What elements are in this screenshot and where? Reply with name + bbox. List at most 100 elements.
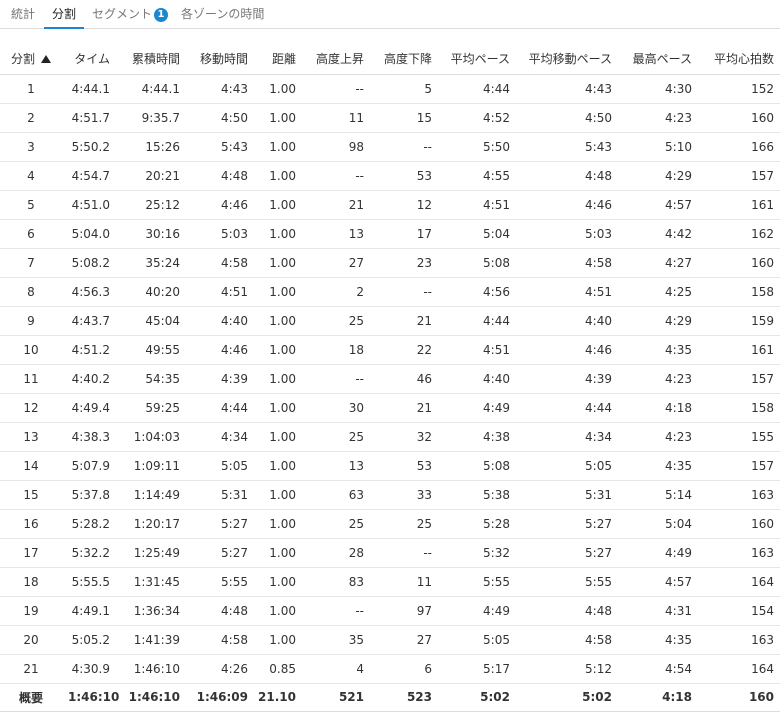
column-header-cumulative-time[interactable]: 累積時間 — [116, 44, 186, 75]
table-cell: 4:49 — [438, 596, 516, 626]
column-header-avg-moving-pace[interactable]: 平均移動ペース — [516, 44, 618, 75]
table-cell: 4:23 — [618, 364, 698, 394]
table-row: 10 4:51.2 49:55 4:46 1.00 18 22 4:51 4:46 4:35 161 — [0, 335, 780, 365]
table-cell: 9 — [0, 306, 68, 336]
column-header-elevation-loss[interactable]: 高度下降 — [370, 44, 438, 75]
table-cell: 5:05.2 — [68, 625, 116, 655]
table-cell: 21 — [0, 654, 68, 684]
table-row: 18 5:55.5 1:31:45 5:55 1.00 83 11 5:55 5:55 4:57 1… — [0, 567, 780, 597]
table-cell: 4:44.1 — [116, 74, 186, 104]
table-row: 14 5:07.9 1:09:11 5:05 1.00 13 53 5:08 5:05 4:35 1… — [0, 451, 780, 481]
table-cell: 5:10 — [618, 132, 698, 162]
table-cell: 33 — [370, 480, 438, 510]
table-cell: 5:28 — [438, 509, 516, 539]
table-cell: 5 — [370, 74, 438, 104]
table-cell: 166 — [698, 132, 780, 162]
table-cell: 5:27 — [516, 538, 618, 568]
table-cell: 4:48 — [186, 596, 254, 626]
table-cell: 5 — [0, 190, 68, 220]
tab-stats[interactable]: 統計 — [11, 0, 35, 29]
table-row: 19 4:49.1 1:36:34 4:48 1.00 -- 97 4:49 4:48 4:31 1… — [0, 596, 780, 626]
table-cell: 163 — [698, 480, 780, 510]
table-cell: 159 — [698, 306, 780, 336]
column-header-label: 分割 — [10, 52, 35, 67]
table-cell: 1.00 — [254, 248, 302, 278]
table-cell: 21 — [370, 306, 438, 336]
table-cell: 1.00 — [254, 132, 302, 162]
column-header-distance[interactable]: 距離 — [254, 44, 302, 75]
table-cell: 1:04:03 — [116, 422, 186, 452]
table-cell: 5:55 — [438, 567, 516, 597]
table-cell: 1:46:10 — [116, 654, 186, 684]
table-cell: 5:04 — [618, 509, 698, 539]
table-cell: 4:49.1 — [68, 596, 116, 626]
table-cell: 4:34 — [186, 422, 254, 452]
table-cell: 13 — [0, 422, 68, 452]
table-cell: 4:38.3 — [68, 422, 116, 452]
table-cell: 1 — [0, 74, 68, 104]
table-cell: 4:46 — [186, 190, 254, 220]
table-cell: 1.00 — [254, 103, 302, 133]
tab-segments[interactable]: セグメント 1 — [92, 0, 169, 29]
table-cell: 30 — [302, 393, 370, 423]
splits-table: 分割 タイム 累積時間 移動時間 距離 高度上昇 高度下降 平均ペース 平均移動… — [0, 44, 780, 712]
table-cell: 4:44 — [516, 393, 618, 423]
table-row: 21 4:30.9 1:46:10 4:26 0.85 4 6 5:17 5:12 4:54 164 — [0, 654, 780, 684]
table-cell: 1.00 — [254, 567, 302, 597]
column-header-time[interactable]: タイム — [68, 44, 116, 75]
table-cell: 15:26 — [116, 132, 186, 162]
table-cell: 5:05 — [438, 625, 516, 655]
column-header-moving-time[interactable]: 移動時間 — [186, 44, 254, 75]
table-cell: 40:20 — [116, 277, 186, 307]
table-cell: 4:51.2 — [68, 335, 116, 365]
table-cell: 46 — [370, 364, 438, 394]
table-cell: 4:25 — [618, 277, 698, 307]
table-cell: 4:56.3 — [68, 277, 116, 307]
table-cell: 32 — [370, 422, 438, 452]
column-header-split[interactable]: 分割 — [0, 44, 68, 75]
table-row: 13 4:38.3 1:04:03 4:34 1.00 25 32 4:38 4:34 4:23 1… — [0, 422, 780, 452]
sort-ascending-icon — [41, 55, 51, 64]
summary-cell: 160 — [698, 683, 780, 712]
table-cell: 30:16 — [116, 219, 186, 249]
table-cell: 1.00 — [254, 451, 302, 481]
column-header-best-pace[interactable]: 最高ペース — [618, 44, 698, 75]
table-cell: 4:34 — [516, 422, 618, 452]
tab-splits[interactable]: 分割 — [44, 0, 84, 29]
summary-cell: 5:02 — [516, 683, 618, 712]
table-cell: 163 — [698, 538, 780, 568]
table-cell: 5:04.0 — [68, 219, 116, 249]
table-cell: 5:50 — [438, 132, 516, 162]
table-row: 7 5:08.2 35:24 4:58 1.00 27 23 5:08 4:58 4:27 160 — [0, 248, 780, 278]
column-header-elevation-gain[interactable]: 高度上昇 — [302, 44, 370, 75]
table-cell: 4 — [302, 654, 370, 684]
segments-count-badge: 1 — [154, 8, 169, 22]
summary-cell: 1:46:10 — [68, 683, 119, 712]
table-cell: 4:31 — [618, 596, 698, 626]
table-cell: 160 — [698, 509, 780, 539]
table-cell: 4:27 — [618, 248, 698, 278]
column-header-avg-pace[interactable]: 平均ペース — [438, 44, 516, 75]
table-row: 4 4:54.7 20:21 4:48 1.00 -- 53 4:55 4:48 4:29 157 — [0, 161, 780, 191]
table-cell: 18 — [302, 335, 370, 365]
table-row: 6 5:04.0 30:16 5:03 1.00 13 17 5:04 5:03 4:42 162 — [0, 219, 780, 249]
table-cell: 5:17 — [438, 654, 516, 684]
table-cell: 4:51.0 — [68, 190, 116, 220]
table-cell: 7 — [0, 248, 68, 278]
table-cell: 4:48 — [516, 161, 618, 191]
table-cell: 27 — [370, 625, 438, 655]
table-cell: 25 — [302, 509, 370, 539]
table-cell: 17 — [370, 219, 438, 249]
table-cell: 1:41:39 — [116, 625, 186, 655]
table-cell: 4:40 — [438, 364, 516, 394]
table-row: 2 4:51.7 9:35.7 4:50 1.00 11 15 4:52 4:50 4:23 160 — [0, 103, 780, 133]
table-cell: 12 — [0, 393, 68, 423]
summary-cell: 521 — [302, 683, 370, 712]
table-cell: 4:51 — [516, 277, 618, 307]
table-cell: -- — [302, 364, 370, 394]
table-cell: 5:08 — [438, 248, 516, 278]
column-header-avg-hr[interactable]: 平均心拍数 — [698, 44, 780, 75]
tab-zone-times[interactable]: 各ゾーンの時間 — [181, 0, 264, 29]
summary-row: 概要 1:46:10 1:46:10 1:46:09 21.10 521 523… — [0, 683, 780, 712]
table-cell: 9:35.7 — [116, 103, 186, 133]
